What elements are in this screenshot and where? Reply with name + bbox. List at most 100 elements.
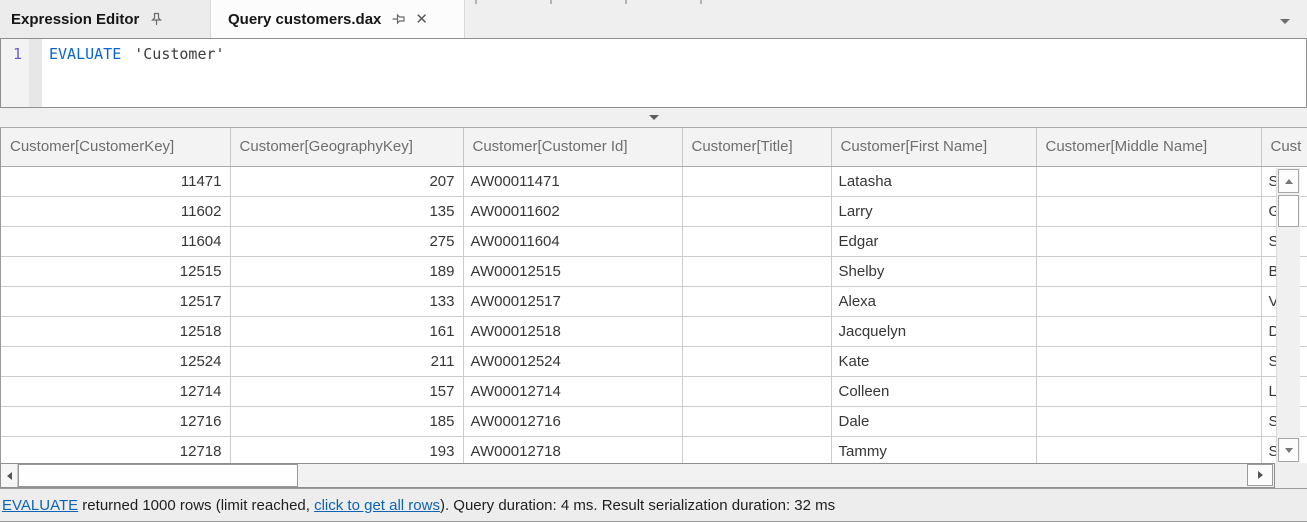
table-cell[interactable]: Shelby: [831, 256, 1036, 286]
column-header[interactable]: Customer[Customer Id]: [463, 128, 682, 166]
table-row: 12517133AW00012517AlexaV: [1, 286, 1307, 316]
table-cell[interactable]: AW00011604: [463, 226, 682, 256]
table-cell[interactable]: 275: [230, 226, 463, 256]
table-row: 11602135AW00011602LarryG: [1, 196, 1307, 226]
scroll-up-button[interactable]: [1278, 169, 1299, 193]
table-cell[interactable]: [1036, 256, 1261, 286]
tab-expression-editor[interactable]: Expression Editor: [0, 0, 211, 38]
horizontal-scrollbar[interactable]: [0, 463, 1307, 488]
vertical-scrollbar[interactable]: [1276, 168, 1300, 463]
table-cell[interactable]: [682, 376, 831, 406]
table-cell[interactable]: Colleen: [831, 376, 1036, 406]
line-number-gutter: 1: [1, 39, 29, 107]
table-cell[interactable]: [1036, 196, 1261, 226]
column-header[interactable]: Customer[First Name]: [831, 128, 1036, 166]
close-icon[interactable]: ✕: [415, 12, 428, 27]
horizontal-scrollbar-thumb[interactable]: [18, 464, 298, 487]
ruler-tick: [550, 0, 552, 4]
table-cell[interactable]: AW00012718: [463, 436, 682, 463]
table-cell[interactable]: [682, 196, 831, 226]
table-cell[interactable]: AW00011602: [463, 196, 682, 226]
column-header[interactable]: Customer[Middle Name]: [1036, 128, 1261, 166]
chevron-down-icon[interactable]: [1280, 19, 1290, 24]
table-cell[interactable]: [682, 406, 831, 436]
table-cell[interactable]: 133: [230, 286, 463, 316]
table-cell[interactable]: 157: [230, 376, 463, 406]
tab-query-customers-dax[interactable]: Query customers.dax ✕: [211, 0, 465, 38]
table-cell[interactable]: 12714: [1, 376, 230, 406]
table-cell[interactable]: 12716: [1, 406, 230, 436]
pin-icon[interactable]: [150, 12, 163, 26]
table-cell[interactable]: 12518: [1, 316, 230, 346]
arrow-right-icon: [1258, 471, 1263, 479]
status-text: returned 1000 rows (limit reached,: [78, 497, 314, 514]
table-cell[interactable]: 11602: [1, 196, 230, 226]
table-cell[interactable]: [1036, 286, 1261, 316]
code-line[interactable]: EVALUATE'Customer': [42, 39, 225, 107]
table-cell[interactable]: AW00012517: [463, 286, 682, 316]
table-cell[interactable]: 11471: [1, 166, 230, 196]
code-editor[interactable]: 1 EVALUATE'Customer': [0, 38, 1307, 108]
table-cell[interactable]: AW00012716: [463, 406, 682, 436]
splitter-handle[interactable]: [0, 108, 1307, 127]
table-cell[interactable]: AW00012714: [463, 376, 682, 406]
table-cell[interactable]: 11604: [1, 226, 230, 256]
table-cell[interactable]: [1036, 376, 1261, 406]
table-cell[interactable]: Jacquelyn: [831, 316, 1036, 346]
table-cell[interactable]: [682, 286, 831, 316]
table-cell[interactable]: [682, 316, 831, 346]
table-cell[interactable]: Latasha: [831, 166, 1036, 196]
table-cell[interactable]: 161: [230, 316, 463, 346]
table-cell[interactable]: [682, 226, 831, 256]
table-cell[interactable]: 12517: [1, 286, 230, 316]
evaluate-link[interactable]: EVALUATE: [2, 497, 78, 514]
column-header[interactable]: Cust: [1261, 128, 1307, 166]
tab-label: Query customers.dax: [228, 11, 381, 28]
scroll-left-button[interactable]: [1, 464, 18, 487]
scroll-down-button[interactable]: [1278, 438, 1299, 462]
scroll-right-button[interactable]: [1247, 464, 1273, 486]
table-cell[interactable]: 12515: [1, 256, 230, 286]
table-cell[interactable]: [1036, 316, 1261, 346]
table-cell[interactable]: [682, 436, 831, 463]
table-cell[interactable]: 185: [230, 406, 463, 436]
column-header[interactable]: Customer[GeographyKey]: [230, 128, 463, 166]
table-cell[interactable]: [1036, 166, 1261, 196]
table-cell[interactable]: AW00012518: [463, 316, 682, 346]
table-cell[interactable]: 12718: [1, 436, 230, 463]
table-cell[interactable]: [682, 346, 831, 376]
vertical-scrollbar-thumb[interactable]: [1278, 195, 1299, 227]
table-cell[interactable]: 211: [230, 346, 463, 376]
table-cell[interactable]: 135: [230, 196, 463, 226]
table-cell[interactable]: 207: [230, 166, 463, 196]
table-cell[interactable]: AW00011471: [463, 166, 682, 196]
table-cell[interactable]: 193: [230, 436, 463, 463]
table-cell[interactable]: [1036, 226, 1261, 256]
table-cell[interactable]: Larry: [831, 196, 1036, 226]
table-cell[interactable]: 189: [230, 256, 463, 286]
get-all-rows-link[interactable]: click to get all rows: [314, 497, 440, 514]
table-cell[interactable]: Kate: [831, 346, 1036, 376]
pin-icon[interactable]: [392, 12, 405, 26]
table-row: 12524211AW00012524KateS: [1, 346, 1307, 376]
table-cell[interactable]: [682, 166, 831, 196]
table-cell[interactable]: Tammy: [831, 436, 1036, 463]
table-cell[interactable]: Edgar: [831, 226, 1036, 256]
results-table: Customer[CustomerKey]Customer[GeographyK…: [1, 128, 1307, 463]
table-row: 12515189AW00012515ShelbyB: [1, 256, 1307, 286]
table-cell[interactable]: [1036, 436, 1261, 463]
table-cell[interactable]: AW00012524: [463, 346, 682, 376]
table-cell[interactable]: [1036, 406, 1261, 436]
table-cell[interactable]: AW00012515: [463, 256, 682, 286]
table-cell[interactable]: Alexa: [831, 286, 1036, 316]
column-header[interactable]: Customer[CustomerKey]: [1, 128, 230, 166]
table-cell[interactable]: [682, 256, 831, 286]
arrow-up-icon: [1285, 179, 1293, 184]
table-cell[interactable]: 12524: [1, 346, 230, 376]
column-header[interactable]: Customer[Title]: [682, 128, 831, 166]
table-cell[interactable]: [1036, 346, 1261, 376]
horizontal-scrollbar-track[interactable]: [0, 463, 1275, 488]
status-text: ). Query duration: 4 ms. Result serializ…: [440, 497, 835, 514]
arrow-down-icon: [1285, 448, 1293, 453]
table-cell[interactable]: Dale: [831, 406, 1036, 436]
